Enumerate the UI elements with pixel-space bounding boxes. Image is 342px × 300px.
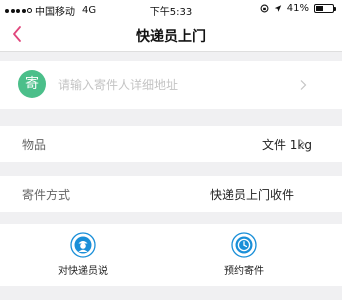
send-method-label: 寄件方式 xyxy=(22,188,71,202)
sender-address-row[interactable]: 寄 请输入寄件人详细地址 xyxy=(0,61,342,109)
battery-percent: 41% xyxy=(286,3,309,14)
chevron-right-icon xyxy=(299,139,306,149)
clock-icon xyxy=(231,232,257,258)
send-method-value: 快递员上门收件 xyxy=(209,188,294,202)
sender-badge: 寄 xyxy=(18,70,46,98)
item-label: 物品 xyxy=(22,138,47,152)
page-title: 快递员上门 xyxy=(136,29,206,45)
sender-address-placeholder[interactable]: 请输入寄件人详细地址 xyxy=(58,76,178,93)
action-bar: 对快递员说 预约寄件 xyxy=(0,224,342,286)
schedule-pickup-label: 预约寄件 xyxy=(224,266,264,277)
rotation-lock-icon xyxy=(260,4,269,13)
send-method-row[interactable]: 寄件方式 快递员上门收件 xyxy=(0,176,342,212)
tell-courier-button[interactable]: 对快递员说 xyxy=(33,232,133,277)
status-bar: 中国移动 4G 下午5:33 41% xyxy=(0,0,342,18)
chevron-right-icon xyxy=(300,80,307,90)
item-row[interactable]: 物品 文件 1kg xyxy=(0,126,342,162)
status-right: 41% xyxy=(260,3,336,14)
location-arrow-icon xyxy=(274,5,281,12)
courier-icon xyxy=(70,232,96,258)
navigation-bar: 快递员上门 xyxy=(0,18,342,52)
battery-icon xyxy=(314,4,336,13)
tell-courier-label: 对快递员说 xyxy=(58,266,108,277)
schedule-pickup-button[interactable]: 预约寄件 xyxy=(194,232,294,277)
